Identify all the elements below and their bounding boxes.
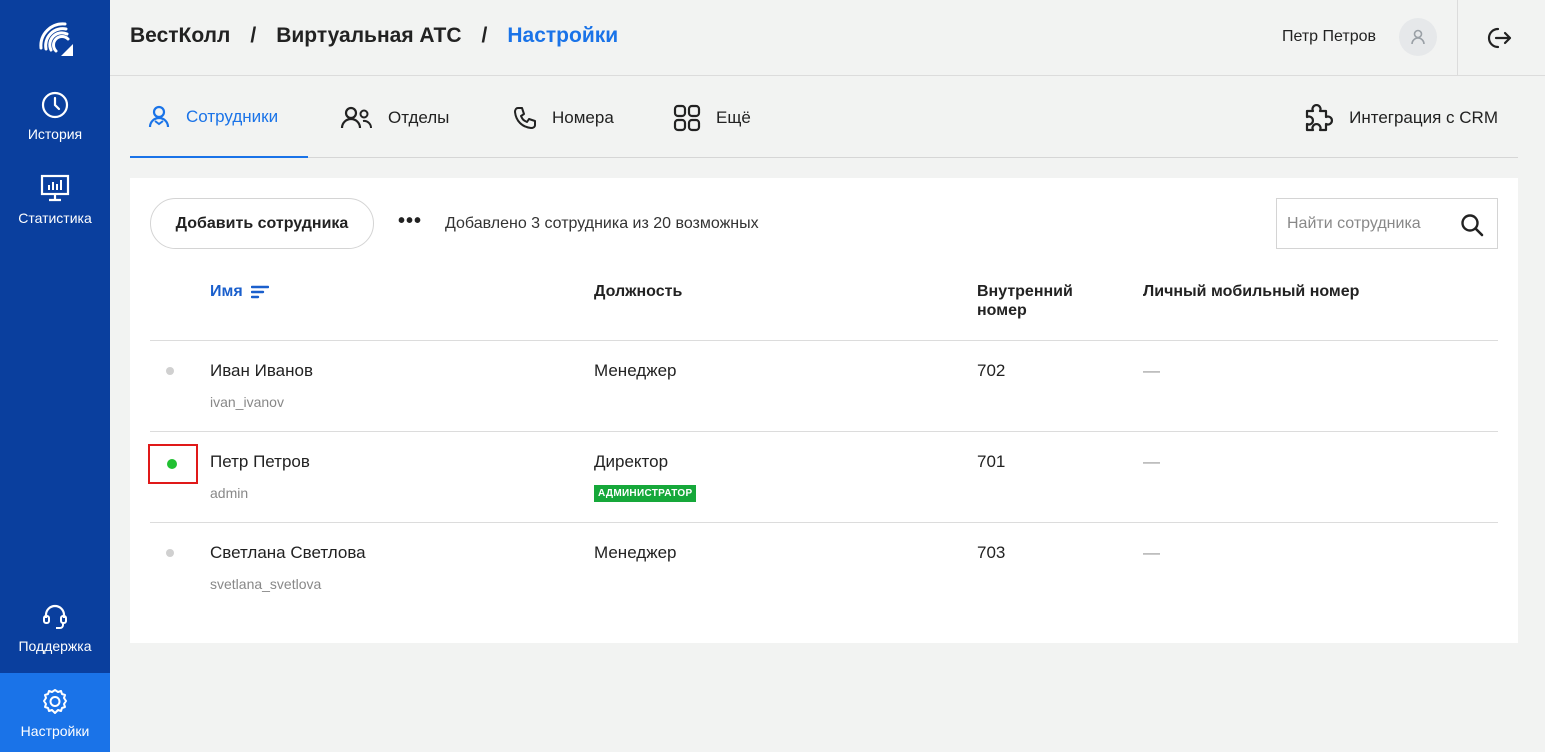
status-dot-online [167,459,177,469]
column-header-extension: Внутренний номер [977,282,1073,320]
status-dot-offline [166,367,174,375]
logo-icon [39,22,73,56]
employee-login: ivan_ivanov [210,394,284,410]
column-header-position: Должность [594,283,683,300]
logout-icon [1487,27,1512,49]
employee-count-text: Добавлено 3 сотрудника из 20 возможных [445,215,759,232]
sidebar-item-label: История [27,126,83,142]
header-divider [1457,0,1458,76]
breadcrumb-separator: / [250,24,257,47]
logo[interactable] [0,0,110,76]
employee-mobile: — [1143,452,1160,471]
employee-name[interactable]: Иван Иванов [210,361,313,381]
column-header-mobile: Личный мобильный номер [1143,283,1360,300]
grid-icon [673,104,701,131]
table-row[interactable]: Светлана Светлова svetlana_svetlova Мене… [150,523,1498,614]
search-icon[interactable] [1459,212,1485,238]
search-box [1276,198,1498,249]
add-employee-button[interactable]: Добавить сотрудника [150,198,374,249]
admin-badge: АДМИНИСТРАТОР [594,485,697,502]
breadcrumb-separator: / [481,24,488,47]
breadcrumb-item[interactable]: Виртуальная АТС [276,24,461,48]
crm-label: Интеграция с CRM [1349,107,1498,127]
tab-numbers[interactable]: Номера [512,77,614,158]
employee-mobile: — [1143,543,1160,562]
employee-mobile: — [1143,361,1160,380]
column-header-extension-line1: Внутренний [977,283,1073,300]
sidebar: История Статистика Поддержка Настройки [0,0,110,752]
chart-monitor-icon [40,174,70,202]
column-header-extension-line2: номер [977,302,1027,319]
user-avatar-icon [1411,29,1425,45]
employee-login: svetlana_svetlova [210,576,322,592]
table-row[interactable]: Иван Иванов ivan_ivanov Менеджер 702 — [150,341,1498,432]
sort-icon[interactable] [250,285,269,299]
crm-integration-link[interactable]: Интеграция с CRM [1301,77,1498,158]
column-header-name-label: Имя [210,283,243,300]
tab-more[interactable]: Ещё [672,77,751,158]
sidebar-item-history[interactable]: История [0,90,110,142]
avatar[interactable] [1399,18,1437,56]
employee-extension: 702 [977,361,1006,380]
column-header-name[interactable]: Имя [210,282,269,301]
breadcrumb-current: Настройки [507,24,619,47]
sidebar-item-settings[interactable]: Настройки [0,673,110,752]
status-dot-offline [166,549,174,557]
employee-name[interactable]: Светлана Светлова [210,543,366,563]
employee-extension: 701 [977,452,1006,471]
user-name[interactable]: Петр Петров [1282,28,1376,46]
puzzle-icon [1306,103,1334,131]
employee-name[interactable]: Петр Петров [210,452,310,472]
tab-label: Сотрудники [186,106,279,126]
employee-position: Менеджер [594,361,677,380]
gear-icon [43,689,67,714]
table-row[interactable]: Петр Петров admin Директор АДМИНИСТРАТОР… [148,432,1498,523]
tab-label: Отделы [388,107,450,127]
sidebar-item-support[interactable]: Поддержка [0,602,110,654]
sidebar-item-label: Статистика [18,210,92,226]
user-icon [148,105,170,127]
search-input[interactable] [1287,214,1447,233]
header: ВестКолл / Виртуальная АТС / Настройки П… [110,0,1545,76]
breadcrumb-item[interactable]: ВестКолл [130,24,230,48]
clock-icon [41,91,69,119]
sidebar-item-statistics[interactable]: Статистика [0,172,110,226]
phone-icon [514,106,536,129]
users-icon [340,106,373,128]
tab-employees[interactable]: Сотрудники [130,77,308,158]
tab-departments[interactable]: Отделы [340,77,449,158]
tab-label: Номера [552,107,614,127]
sidebar-item-label: Поддержка [18,638,92,654]
employees-card: Добавить сотрудника ••• Добавлено 3 сотр… [130,178,1518,643]
logout-button[interactable] [1485,24,1515,52]
employee-login: admin [210,485,249,501]
breadcrumb: ВестКолл / Виртуальная АТС / Настройки [130,24,618,48]
employee-position: Менеджер [594,543,677,562]
tabs-bar: Сотрудники Отделы Номера Ещё Интеграция … [130,77,1518,158]
tab-label: Ещё [716,107,751,127]
more-actions-button[interactable]: ••• [398,211,422,231]
employee-position: Директор [594,452,669,471]
employee-extension: 703 [977,543,1006,562]
sidebar-item-label: Настройки [20,723,90,739]
headset-icon [43,604,67,629]
